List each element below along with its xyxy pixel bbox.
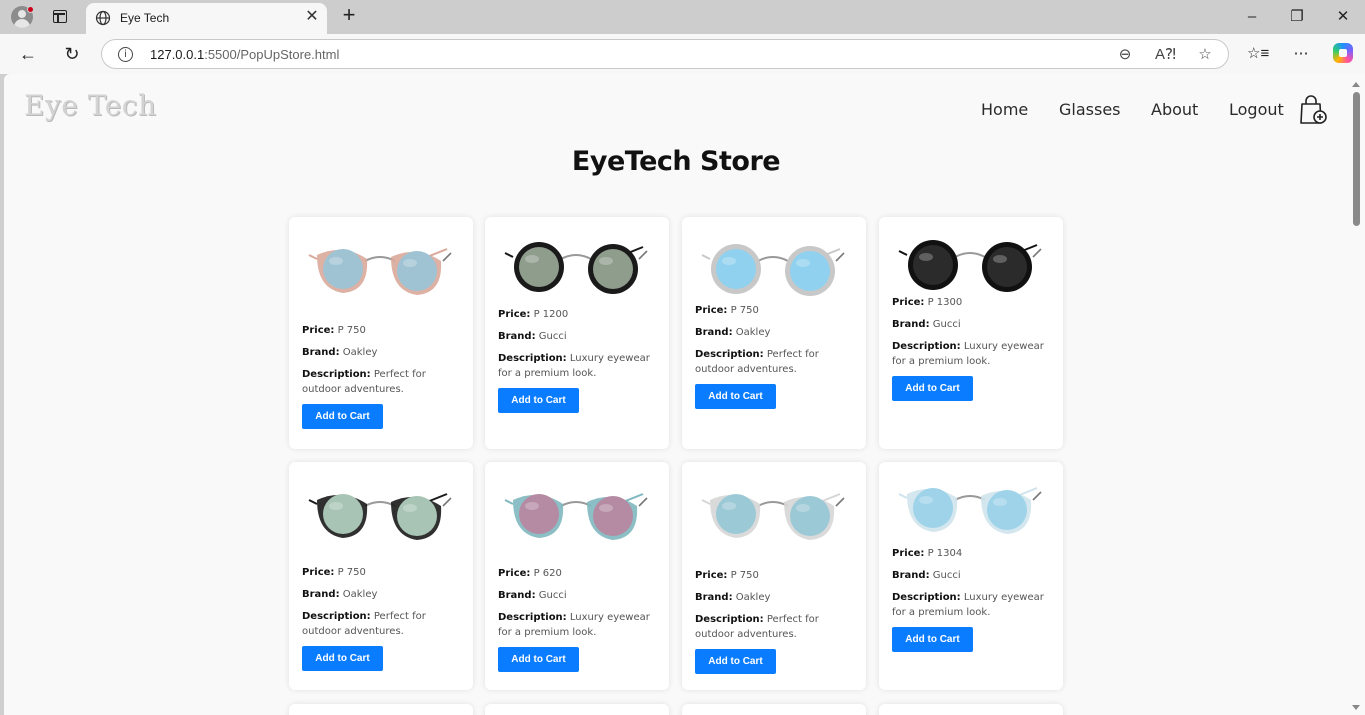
- product-card: Price: P 1304 Brand: Gucci Description: Lu…: [879, 462, 1063, 690]
- page-viewport: Eye Tech Home Glasses About Logout EyeTe…: [4, 74, 1348, 715]
- product-description: Description: Perfect for outdoor adventu…: [695, 614, 819, 640]
- product-price: Price: P 1300: [892, 297, 963, 308]
- product-info: Price: P 1304 Brand: Gucci Description: Lu…: [892, 546, 1052, 652]
- product-info: Price: P 750 Brand: Oakley Description: Pe…: [302, 323, 462, 429]
- product-description: Description: Luxury eyewear for a premiu…: [498, 612, 650, 638]
- scroll-down-arrow-icon[interactable]: [1352, 705, 1360, 710]
- product-card-partial: [485, 704, 669, 715]
- product-brand: Brand: Gucci: [498, 331, 567, 342]
- back-arrow-icon[interactable]: ←: [16, 42, 40, 66]
- product-price: Price: P 750: [302, 325, 366, 336]
- product-card-partial: [289, 704, 473, 715]
- favorites-list-icon[interactable]: ☆≡: [1247, 44, 1269, 64]
- product-brand: Brand: Gucci: [892, 319, 961, 330]
- sunglasses-image: [701, 493, 845, 540]
- sunglasses-image: [701, 244, 845, 296]
- nav-glasses[interactable]: Glasses: [1059, 100, 1121, 119]
- more-menu-icon[interactable]: ⋯: [1290, 44, 1312, 64]
- product-info: Price: P 620 Brand: Gucci Description: Lux…: [498, 566, 658, 672]
- product-info: Price: P 750 Brand: Oakley Description: Pe…: [302, 565, 462, 671]
- product-info: Price: P 750 Brand: Oakley Description: Pe…: [695, 303, 855, 409]
- product-price: Price: P 750: [695, 570, 759, 581]
- product-card: Price: P 750 Brand: Oakley Description: Pe…: [682, 462, 866, 690]
- shopping-bag-icon[interactable]: [1298, 94, 1328, 126]
- address-bar[interactable]: i 127.0.0.1:5500/PopUpStore.html ⊖ A⁈ ☆: [101, 39, 1229, 69]
- add-to-cart-button[interactable]: Add to Cart: [498, 388, 579, 413]
- read-aloud-icon[interactable]: A⁈: [1155, 46, 1176, 64]
- product-card-partial: [682, 704, 866, 715]
- product-card: Price: P 1300 Brand: Gucci Description: Lu…: [879, 217, 1063, 449]
- product-brand: Brand: Oakley: [695, 327, 771, 338]
- scroll-thumb[interactable]: [1353, 92, 1360, 226]
- product-info: Price: P 1200 Brand: Gucci Description: Lu…: [498, 307, 658, 413]
- sunglasses-image: [308, 248, 452, 295]
- add-to-cart-button[interactable]: Add to Cart: [892, 376, 973, 401]
- add-to-cart-button[interactable]: Add to Cart: [695, 649, 776, 674]
- globe-icon: [95, 10, 111, 26]
- tab-close-icon[interactable]: ✕: [303, 8, 321, 26]
- product-price: Price: P 1200: [498, 309, 569, 320]
- product-price: Price: P 620: [498, 568, 562, 579]
- window-close-icon[interactable]: ✕: [1331, 6, 1355, 28]
- add-to-cart-button[interactable]: Add to Cart: [498, 647, 579, 672]
- product-card-partial: [879, 704, 1063, 715]
- sunglasses-image: [308, 493, 452, 540]
- url-text[interactable]: 127.0.0.1:5500/PopUpStore.html: [150, 47, 339, 62]
- add-to-cart-button[interactable]: Add to Cart: [302, 646, 383, 671]
- sunglasses-image: [504, 242, 648, 294]
- add-to-cart-button[interactable]: Add to Cart: [695, 384, 776, 409]
- product-brand: Brand: Oakley: [302, 347, 378, 358]
- product-brand: Brand: Gucci: [498, 590, 567, 601]
- add-to-cart-button[interactable]: Add to Cart: [302, 404, 383, 429]
- product-brand: Brand: Oakley: [302, 589, 378, 600]
- product-description: Description: Perfect for outdoor adventu…: [302, 369, 426, 395]
- profile-notification-dot: [27, 6, 34, 13]
- product-brand: Brand: Oakley: [695, 592, 771, 603]
- site-logo[interactable]: Eye Tech: [24, 89, 157, 122]
- product-description: Description: Luxury eyewear for a premiu…: [892, 341, 1044, 367]
- product-card: Price: P 1200 Brand: Gucci Description: Lu…: [485, 217, 669, 449]
- minimize-icon[interactable]: –: [1240, 6, 1264, 28]
- tab-actions-icon[interactable]: [53, 10, 67, 23]
- zoom-out-icon[interactable]: ⊖: [1115, 46, 1135, 64]
- product-card: Price: P 750 Brand: Oakley Description: Pe…: [289, 462, 473, 690]
- product-card: Price: P 750 Brand: Oakley Description: Pe…: [289, 217, 473, 449]
- page-scrollbar[interactable]: [1348, 74, 1365, 715]
- nav-logout[interactable]: Logout: [1229, 100, 1284, 119]
- site-info-icon[interactable]: i: [118, 47, 133, 62]
- restore-icon[interactable]: ❐: [1285, 6, 1309, 28]
- sunglasses-image: [898, 487, 1042, 534]
- copilot-icon[interactable]: [1333, 43, 1353, 63]
- nav-home[interactable]: Home: [981, 100, 1028, 119]
- product-description: Description: Luxury eyewear for a premiu…: [498, 353, 650, 379]
- product-price: Price: P 1304: [892, 548, 963, 559]
- nav-about[interactable]: About: [1151, 100, 1198, 119]
- browser-tab[interactable]: Eye Tech ✕: [86, 3, 327, 34]
- new-tab-button[interactable]: +: [339, 4, 359, 26]
- favorite-star-icon[interactable]: ☆: [1195, 46, 1215, 64]
- tab-title: Eye Tech: [120, 11, 170, 25]
- product-info: Price: P 1300 Brand: Gucci Description: Lu…: [892, 295, 1052, 401]
- browser-tab-bar: Eye Tech ✕ + – ❐ ✕: [0, 0, 1365, 34]
- add-to-cart-button[interactable]: Add to Cart: [892, 627, 973, 652]
- reload-icon[interactable]: ↻: [60, 42, 84, 66]
- product-description: Description: Perfect for outdoor adventu…: [302, 611, 426, 637]
- product-brand: Brand: Gucci: [892, 570, 961, 581]
- product-card: Price: P 750 Brand: Oakley Description: Pe…: [682, 217, 866, 449]
- product-description: Description: Luxury eyewear for a premiu…: [892, 592, 1044, 618]
- product-price: Price: P 750: [695, 305, 759, 316]
- product-price: Price: P 750: [302, 567, 366, 578]
- scroll-up-arrow-icon[interactable]: [1352, 82, 1360, 87]
- browser-toolbar: ← ↻ i 127.0.0.1:5500/PopUpStore.html ⊖ A…: [0, 34, 1365, 74]
- product-card: Price: P 620 Brand: Gucci Description: Lux…: [485, 462, 669, 690]
- sunglasses-image: [898, 240, 1042, 292]
- product-description: Description: Perfect for outdoor adventu…: [695, 349, 819, 375]
- page-title: EyeTech Store: [571, 146, 781, 177]
- sunglasses-image: [504, 493, 648, 540]
- product-info: Price: P 750 Brand: Oakley Description: Pe…: [695, 568, 855, 674]
